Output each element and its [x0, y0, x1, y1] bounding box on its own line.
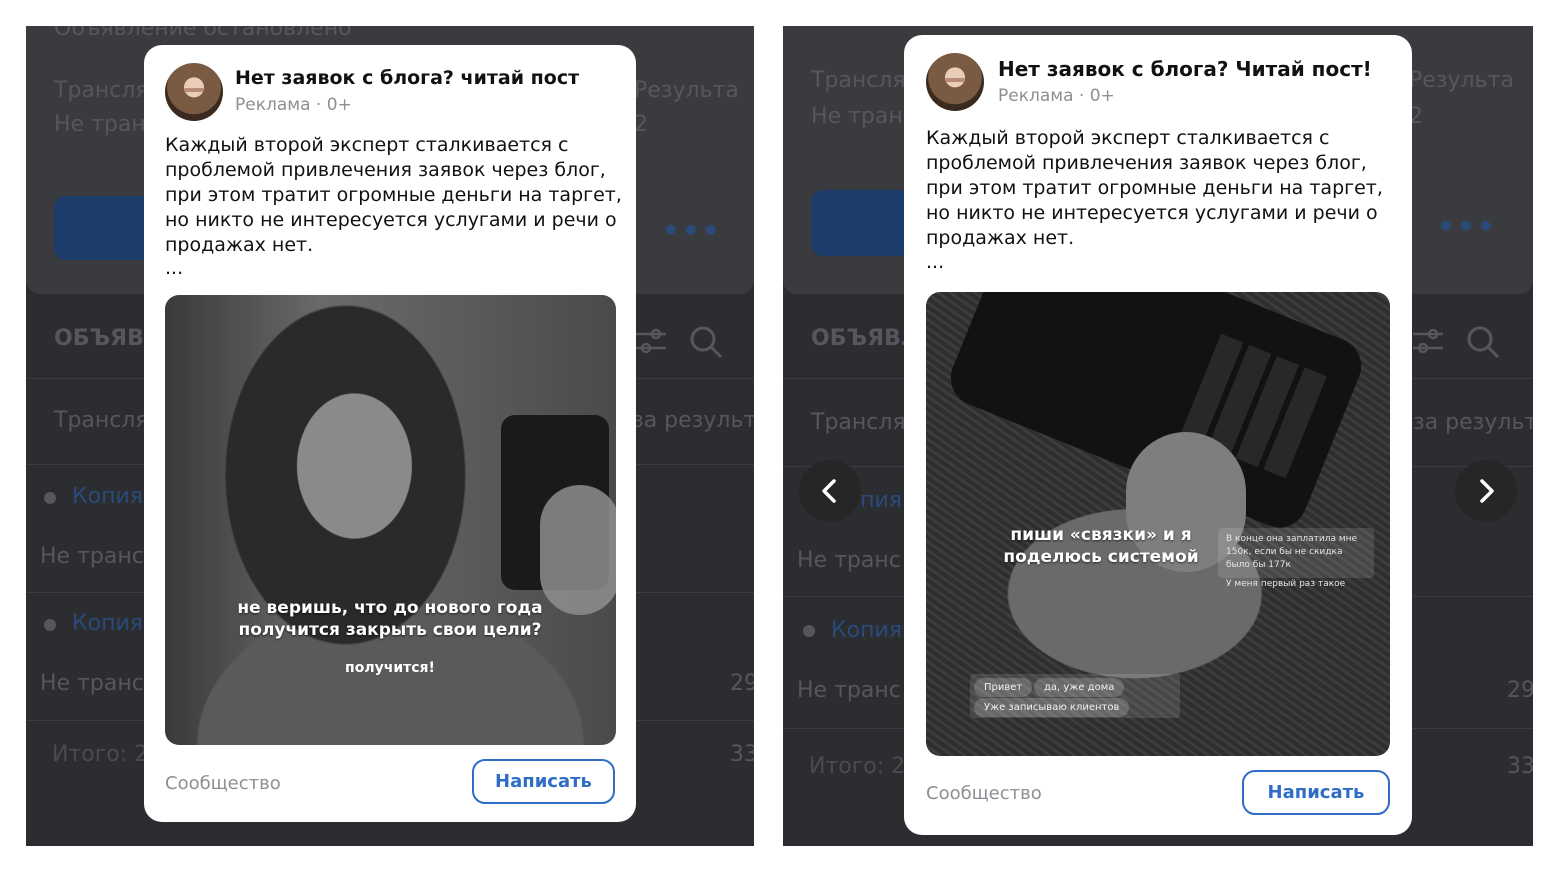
chat-message: да, уже дома — [1034, 678, 1125, 697]
ad-title: Нет заявок с блога? Читай пост! — [998, 57, 1372, 81]
ad-more-ellipsis[interactable]: ... — [926, 251, 944, 273]
screenshot-right: Трансля Не тран Результа 2 ••• ОБЪЯВЛ Тр… — [783, 26, 1533, 846]
avatar — [926, 53, 984, 111]
ad-modal: Нет заявок с блога? читай пост Реклама ·… — [144, 45, 636, 822]
bg-row-num: 2 — [634, 112, 648, 137]
chat-message: Уже записываю клиентов — [974, 698, 1130, 717]
community-label: Сообщество — [926, 783, 1042, 804]
ad-title: Нет заявок с блога? читай пост — [235, 67, 580, 89]
bg-item-link: Копия — [831, 618, 902, 643]
chevron-right-icon — [1480, 479, 1494, 503]
bg-item-status: Не транс — [40, 544, 144, 569]
status-dot — [803, 625, 815, 637]
bg-total-label: Итого: 2 — [52, 742, 149, 767]
ad-subtitle: Реклама · 0+ — [998, 86, 1115, 106]
chevron-left-icon — [822, 479, 836, 503]
bg-filter-translation: Трансля — [54, 408, 149, 433]
image-note-line-2: У меня первый раз такое — [1226, 579, 1346, 589]
write-button[interactable]: Написать — [1242, 770, 1390, 815]
bg-col-results: Результа — [1409, 68, 1514, 93]
chat-message: Привет — [974, 678, 1033, 697]
bg-filter-results: за результ — [632, 408, 754, 433]
ad-image[interactable]: пиши «связки» и я поделюсь системой В ко… — [926, 292, 1390, 756]
bg-item-num: 29 — [730, 671, 754, 696]
bg-filter-translation: Трансля — [811, 410, 906, 435]
ad-modal: Нет заявок с блога? Читай пост! Реклама … — [904, 35, 1412, 835]
image-subcaption: получится! — [345, 660, 435, 676]
bg-more-icon: ••• — [1437, 210, 1497, 243]
bg-col-translation: Трансля — [54, 78, 149, 103]
avatar — [165, 63, 223, 121]
status-dot — [44, 619, 56, 631]
bg-filter-results: за результ — [1413, 410, 1533, 435]
bg-section-header: ОБЪЯВЛ — [811, 326, 920, 351]
bg-total-label: Итого: 2 — [809, 754, 906, 779]
image-note: В конце она заплатила мне 150к, если бы … — [1218, 528, 1374, 589]
image-note-line-1: В конце она заплатила мне 150к, если бы … — [1226, 534, 1358, 570]
hand-illustration — [540, 485, 616, 615]
bg-item-link: Копия — [72, 484, 143, 509]
carousel-next-button[interactable] — [1455, 460, 1517, 522]
bg-total-num: 33 — [1507, 754, 1533, 779]
bg-total-num: 33 — [730, 742, 754, 767]
ad-image[interactable]: не веришь, что до нового года получится … — [165, 295, 616, 745]
search-icon — [1467, 326, 1500, 359]
community-label: Сообщество — [165, 773, 281, 794]
ad-more-ellipsis[interactable]: ... — [165, 257, 183, 279]
bg-item-num: 29 — [1507, 678, 1533, 703]
bg-col-translation: Трансля — [811, 68, 906, 93]
bg-row-value: Не тран — [54, 112, 146, 137]
bg-item-status: Не транс — [797, 548, 901, 573]
image-caption: пиши «связки» и я поделюсь системой — [1003, 525, 1199, 567]
chat-screenshot: Привет да, уже дома Уже записываю клиент… — [970, 674, 1180, 718]
ad-subtitle: Реклама · 0+ — [235, 95, 352, 115]
bg-row-value: Не тран — [811, 104, 903, 129]
bg-primary-button — [811, 190, 911, 256]
bg-status-text: Объявление остановлено — [54, 26, 352, 41]
bg-item-status: Не транс — [40, 671, 144, 696]
filter-icon — [636, 328, 666, 354]
screenshot-left: Объявление остановлено Трансля Не тран Р… — [26, 26, 754, 846]
filter-icon — [1413, 328, 1443, 354]
ad-body-text: Каждый второй эксперт сталкивается с про… — [926, 127, 1383, 249]
status-dot — [44, 492, 56, 504]
bg-primary-button — [54, 196, 154, 260]
bg-more-icon: ••• — [662, 214, 722, 247]
bg-item-status: Не транс — [797, 678, 901, 703]
write-button[interactable]: Написать — [472, 759, 615, 804]
carousel-prev-button[interactable] — [799, 460, 861, 522]
search-icon — [690, 326, 723, 359]
image-caption: не веришь, что до нового года получится … — [237, 598, 543, 640]
bg-col-results: Результа — [634, 78, 739, 103]
bg-item-link: Копия — [72, 611, 143, 636]
ad-body-text: Каждый второй эксперт сталкивается с про… — [165, 134, 622, 256]
